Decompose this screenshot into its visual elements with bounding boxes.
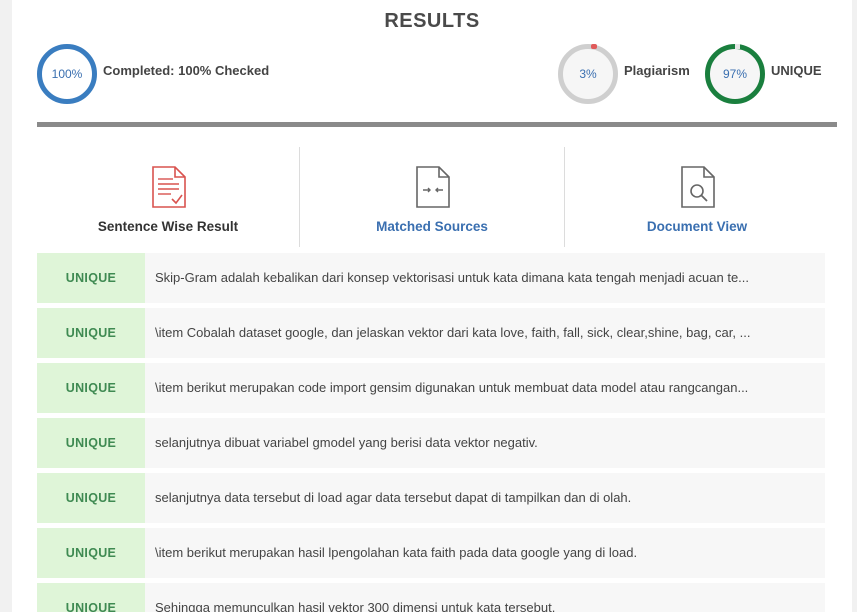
result-row[interactable]: UNIQUE \item berikut merupakan hasil lpe…	[37, 528, 825, 578]
tab-document-view[interactable]: Document View	[566, 147, 828, 247]
tab-sentence-wise-result[interactable]: Sentence Wise Result	[37, 147, 299, 247]
sentence-text: selanjutnya dibuat variabel gmodel yang …	[155, 435, 538, 450]
unique-badge: UNIQUE	[37, 528, 145, 578]
result-tabs: Sentence Wise Result Matched Sources Doc…	[37, 147, 837, 247]
unique-badge: UNIQUE	[37, 253, 145, 303]
unique-label: UNIQUE	[771, 63, 822, 78]
plagiarism-label: Plagiarism	[624, 63, 690, 78]
unique-progress-ring: 97%	[705, 44, 765, 104]
sentence-text: Skip-Gram adalah kebalikan dari konsep v…	[155, 270, 750, 285]
tab-matched-sources[interactable]: Matched Sources	[301, 147, 563, 247]
progress-divider	[37, 122, 837, 127]
tab-document-view-label: Document View	[646, 219, 748, 234]
result-row[interactable]: UNIQUE Sehingga memunculkan hasil vektor…	[37, 583, 825, 612]
sentence-text: \item berikut merupakan hasil lpengolaha…	[155, 545, 638, 560]
completed-label: Completed: 100% Checked	[103, 63, 270, 78]
completed-progress-ring: 100%	[37, 44, 97, 104]
document-compare-icon	[416, 166, 450, 208]
unique-badge: UNIQUE	[37, 583, 145, 612]
tab-matched-sources-label: Matched Sources	[376, 219, 488, 234]
result-row[interactable]: UNIQUE selanjutnya data tersebut di load…	[37, 473, 825, 523]
tab-separator	[299, 147, 300, 247]
document-search-icon	[681, 166, 715, 208]
plagiarism-percent: 3%	[579, 67, 597, 81]
unique-badge: UNIQUE	[37, 418, 145, 468]
sentence-text: \item berikut merupakan code import gens…	[155, 380, 749, 395]
sentence-text: Sehingga memunculkan hasil vektor 300 di…	[155, 600, 556, 612]
completed-percent: 100%	[51, 67, 83, 81]
document-check-icon	[152, 166, 186, 208]
tab-separator	[564, 147, 565, 247]
sentence-text: selanjutnya data tersebut di load agar d…	[155, 490, 632, 505]
tab-sentence-wise-result-label: Sentence Wise Result	[97, 219, 239, 234]
result-row[interactable]: UNIQUE Skip-Gram adalah kebalikan dari k…	[37, 253, 825, 303]
unique-badge: UNIQUE	[37, 308, 145, 358]
sentence-text: \item Cobalah dataset google, dan jelask…	[155, 325, 751, 340]
result-row[interactable]: UNIQUE selanjutnya dibuat variabel gmode…	[37, 418, 825, 468]
unique-badge: UNIQUE	[37, 363, 145, 413]
results-panel: RESULTS 100% Completed: 100% Checked 3% …	[12, 0, 852, 612]
page-title: RESULTS	[384, 10, 480, 32]
unique-percent: 97%	[722, 67, 748, 81]
unique-badge: UNIQUE	[37, 473, 145, 523]
result-row[interactable]: UNIQUE \item berikut merupakan code impo…	[37, 363, 825, 413]
plagiarism-progress-ring: 3%	[558, 44, 618, 104]
result-row[interactable]: UNIQUE \item Cobalah dataset google, dan…	[37, 308, 825, 358]
